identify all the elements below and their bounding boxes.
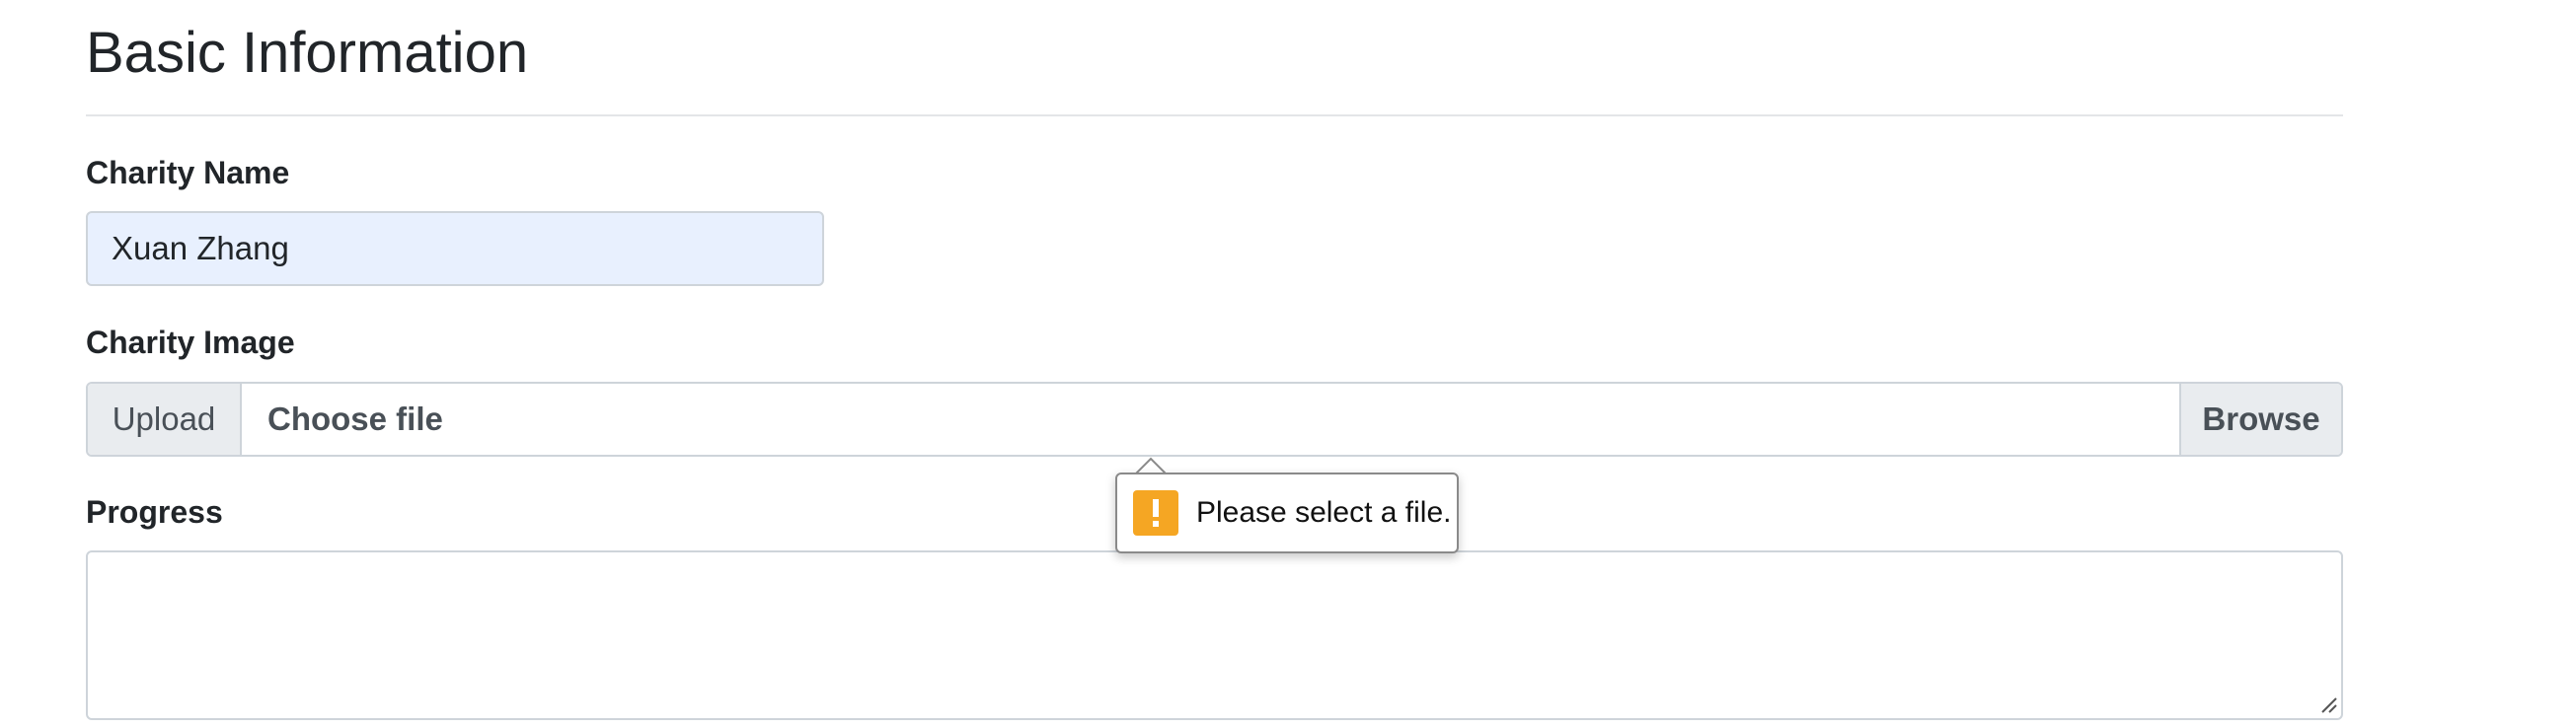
warning-icon	[1133, 490, 1178, 536]
upload-prepend-label: Upload	[88, 384, 242, 455]
choose-file-input[interactable]: Choose file	[242, 384, 2179, 455]
progress-label: Progress	[86, 494, 223, 530]
progress-textarea[interactable]	[86, 550, 2343, 720]
validation-message: Please select a file.	[1196, 496, 1452, 529]
browse-button[interactable]: Browse	[2179, 384, 2341, 455]
section-divider	[86, 114, 2343, 116]
basic-information-form: Basic Information Charity Name Charity I…	[0, 0, 2576, 728]
charity-name-input[interactable]	[86, 211, 824, 286]
validation-tooltip: Please select a file.	[1115, 473, 1459, 553]
section-title: Basic Information	[86, 21, 529, 85]
charity-image-label: Charity Image	[86, 325, 295, 360]
charity-image-file-input-group: Upload Choose file Browse	[86, 382, 2343, 457]
charity-name-label: Charity Name	[86, 155, 290, 190]
resize-grip-icon[interactable]	[2318, 694, 2338, 714]
